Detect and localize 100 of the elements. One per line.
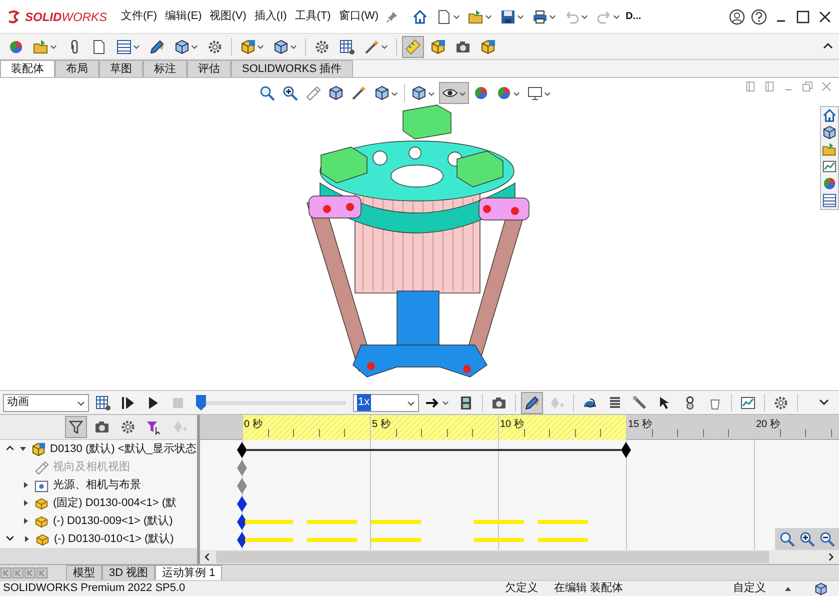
document-tab[interactable]: 模型 bbox=[66, 565, 102, 580]
keyframe-icon[interactable] bbox=[621, 442, 631, 458]
menu-item[interactable]: 工具(T) bbox=[292, 6, 333, 27]
ruler-button[interactable] bbox=[402, 36, 424, 58]
cube-icon bbox=[273, 38, 289, 54]
ribbon-tab[interactable]: 评估 bbox=[187, 60, 231, 77]
editing-status: 在编辑 装配体 bbox=[554, 581, 623, 596]
expand-arrow-icon[interactable] bbox=[22, 499, 30, 507]
menu-item[interactable]: 文件(F) bbox=[119, 6, 160, 27]
close-icon[interactable] bbox=[817, 8, 833, 24]
rod-icon bbox=[632, 394, 648, 410]
pencil-icon bbox=[149, 38, 165, 54]
cube-icon bbox=[240, 38, 256, 54]
wand-icon bbox=[364, 38, 380, 54]
caret-icon bbox=[133, 43, 140, 50]
filter-button[interactable] bbox=[65, 416, 87, 438]
playback-speed-dropdown[interactable]: 1x bbox=[353, 394, 419, 412]
hide-show-button[interactable] bbox=[438, 82, 468, 104]
table-icon bbox=[339, 38, 355, 54]
autokey-button[interactable] bbox=[521, 392, 543, 414]
expand-arrow-icon[interactable] bbox=[22, 517, 30, 525]
restore-icon[interactable] bbox=[801, 80, 814, 93]
panel-icon[interactable] bbox=[744, 80, 757, 93]
page-icon bbox=[436, 8, 452, 24]
study-type-dropdown[interactable]: 动画 bbox=[3, 394, 89, 412]
keyframe-icon[interactable] bbox=[237, 496, 247, 512]
ribbon-tab[interactable]: 装配体 bbox=[0, 60, 55, 77]
tree-item-label[interactable]: (-) D0130-009<1> (默认) bbox=[53, 512, 173, 530]
scroll-right-icon[interactable] bbox=[826, 552, 836, 562]
zoom-out-icon[interactable] bbox=[819, 531, 835, 547]
assembly-icon bbox=[31, 442, 46, 456]
document-tab[interactable]: 3D 视图 bbox=[102, 565, 156, 580]
units-status: 自定义 bbox=[733, 580, 766, 596]
menu-item[interactable]: 编辑(E) bbox=[163, 6, 204, 27]
help-icon[interactable] bbox=[751, 8, 767, 24]
part-icon bbox=[35, 532, 50, 546]
document-tab[interactable]: 运动算例 1 bbox=[155, 565, 222, 580]
coil-icon bbox=[607, 394, 623, 410]
ribbon-tab[interactable]: 草图 bbox=[99, 60, 143, 77]
printer-icon bbox=[532, 8, 548, 24]
caret-icon bbox=[50, 43, 57, 50]
menu-item[interactable]: 窗口(W) bbox=[336, 6, 381, 27]
cube-icon[interactable] bbox=[822, 125, 837, 140]
chart-icon bbox=[740, 394, 756, 410]
list-icon bbox=[116, 38, 132, 54]
menu-item[interactable]: 视图(V) bbox=[208, 6, 248, 27]
sphere-icon[interactable] bbox=[822, 176, 837, 191]
definition-status: 欠定义 bbox=[504, 580, 538, 596]
keyframe-icon[interactable] bbox=[237, 532, 247, 548]
folder-icon[interactable] bbox=[822, 142, 837, 157]
sphere-icon bbox=[496, 85, 512, 101]
scrollbar-thumb[interactable] bbox=[216, 551, 769, 563]
panel-icon[interactable] bbox=[763, 80, 776, 93]
ribbon-tab[interactable]: 标注 bbox=[143, 60, 187, 77]
menu-item[interactable]: 插入(I) bbox=[252, 6, 289, 27]
part-icon bbox=[34, 496, 49, 510]
document-title: D... bbox=[626, 10, 642, 24]
diamond-plus-icon bbox=[549, 394, 565, 410]
caret-icon bbox=[290, 43, 297, 50]
tree-item-label[interactable]: (固定) D0130-004<1> (默 bbox=[53, 494, 176, 512]
house-icon bbox=[412, 8, 428, 24]
wand-icon bbox=[350, 85, 366, 101]
ribbon-tab[interactable]: 布局 bbox=[55, 60, 99, 77]
cube-icon bbox=[480, 38, 496, 54]
zoom-in-icon[interactable] bbox=[799, 531, 815, 547]
caret-icon bbox=[452, 13, 460, 20]
tree-item-label[interactable]: D0130 (默认) <默认_显示状态 bbox=[50, 440, 196, 458]
part-icon bbox=[34, 514, 49, 528]
zoom-to-fit-icon[interactable] bbox=[779, 531, 795, 547]
tree-item-label[interactable]: 光源、相机与布景 bbox=[53, 476, 141, 494]
collapse-arrow-icon[interactable] bbox=[19, 445, 27, 453]
user-icon[interactable] bbox=[729, 8, 745, 24]
expand-up-icon[interactable] bbox=[784, 584, 792, 592]
keyframe-icon[interactable] bbox=[237, 442, 247, 458]
caret-icon bbox=[428, 90, 434, 96]
slider-thumb[interactable] bbox=[196, 394, 206, 410]
tab-scroll-icon[interactable] bbox=[0, 566, 12, 578]
list-icon[interactable] bbox=[822, 193, 837, 208]
monitor-icon bbox=[526, 85, 542, 101]
caret-icon bbox=[77, 398, 85, 406]
keyframe-icon[interactable] bbox=[237, 514, 247, 530]
caret-icon bbox=[407, 398, 415, 406]
cube-icon bbox=[328, 85, 344, 101]
expand-arrow-icon[interactable] bbox=[22, 481, 30, 489]
tree-item-label[interactable]: (-) D0130-010<1> (默认) bbox=[54, 530, 174, 548]
tab-scroll-icon[interactable] bbox=[36, 566, 48, 578]
pen-icon bbox=[304, 85, 320, 101]
folder-icon bbox=[33, 38, 49, 54]
caret-icon bbox=[516, 13, 524, 20]
tab-scroll-icon[interactable] bbox=[24, 566, 36, 578]
maximize-icon[interactable] bbox=[795, 8, 811, 24]
tab-scroll-icon[interactable] bbox=[12, 566, 24, 578]
cube-icon bbox=[410, 85, 426, 101]
gear-icon bbox=[207, 38, 223, 54]
ribbon-tab[interactable]: SOLIDWORKS 插件 bbox=[231, 60, 353, 77]
caret-icon bbox=[191, 43, 198, 50]
chart-icon[interactable] bbox=[822, 159, 837, 174]
home-icon[interactable] bbox=[822, 108, 837, 123]
pin-icon[interactable] bbox=[384, 10, 399, 24]
expand-arrow-icon[interactable] bbox=[23, 535, 31, 543]
